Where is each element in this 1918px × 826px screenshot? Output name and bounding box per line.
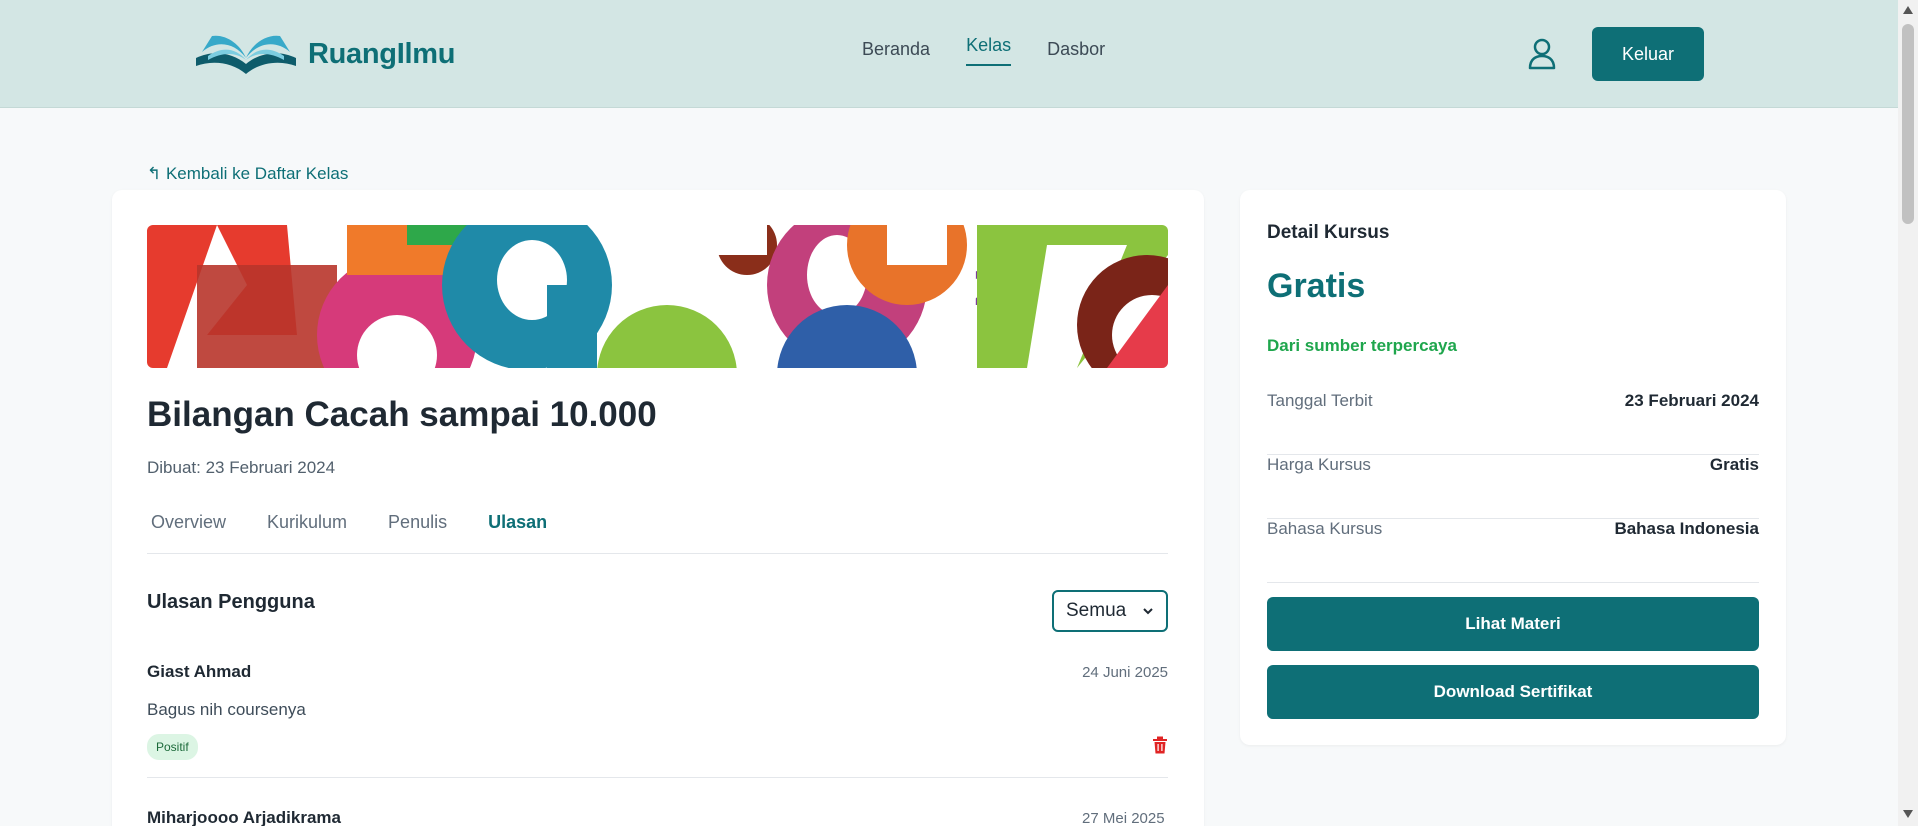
open-book-icon [196, 35, 296, 74]
nav-kelas[interactable]: Kelas [966, 34, 1012, 66]
course-detail-card: Detail Kursus Gratis Dari sumber terperc… [1240, 190, 1786, 745]
course-price: Gratis [1267, 267, 1366, 305]
download-certificate-button[interactable]: Download Sertifikat [1267, 665, 1759, 719]
review-filter-select[interactable]: Semua [1052, 590, 1168, 632]
user-profile-icon[interactable] [1528, 38, 1556, 70]
review-divider [147, 777, 1168, 778]
trash-icon[interactable] [1152, 736, 1168, 754]
sentiment-badge: Positif [147, 734, 198, 760]
logout-button[interactable]: Keluar [1592, 27, 1704, 81]
info-label: Bahasa Kursus [1267, 519, 1383, 538]
review-author: Giast Ahmad [147, 662, 252, 681]
nav-dasbor[interactable]: Dasbor [1047, 38, 1105, 66]
tab-penulis[interactable]: Penulis [384, 508, 451, 553]
tab-ulasan[interactable]: Ulasan [484, 508, 551, 553]
brand-name: RuangIlmu [308, 37, 456, 70]
info-value: Gratis [1709, 455, 1759, 474]
numbers-banner-graphic: 2 [147, 225, 1168, 368]
top-header: RuangIlmu Beranda Kelas Dasbor Keluar [0, 0, 1898, 108]
brand-logo[interactable]: RuangIlmu [192, 30, 455, 78]
reviews-heading: Ulasan Pengguna [147, 591, 315, 613]
info-label: Harga Kursus [1267, 455, 1371, 474]
review-date: 24 Juni 2025 [1082, 664, 1168, 681]
course-banner-image: 2 [147, 225, 1168, 368]
course-main-card: 2 Bilangan Cacah sampai 10.000 Dibuat: 2… [112, 190, 1204, 826]
tab-kurikulum[interactable]: Kurikulum [263, 508, 351, 553]
back-to-class-list-link[interactable]: ↰ Kembali ke Daftar Kelas [147, 164, 348, 184]
info-row-publish-date: Tanggal Terbit 23 Februari 2024 [1267, 391, 1759, 455]
chevron-down-icon [1143, 608, 1153, 615]
course-tabs: Overview Kurikulum Penulis Ulasan [147, 508, 1168, 554]
trusted-source-label: Dari sumber terpercaya [1267, 336, 1457, 355]
review-author: Miharjoooo Arjadikrama [147, 808, 341, 826]
info-value: Bahasa Indonesia [1614, 519, 1759, 538]
main-nav: Beranda Kelas Dasbor [862, 35, 1141, 66]
course-title: Bilangan Cacah sampai 10.000 [147, 395, 657, 434]
detail-heading: Detail Kursus [1267, 222, 1390, 243]
info-value: 23 Februari 2024 [1624, 391, 1759, 410]
page-scrollbar[interactable] [1898, 0, 1918, 826]
created-date: Dibuat: 23 Februari 2024 [147, 458, 336, 477]
info-row-price: Harga Kursus Gratis [1267, 455, 1759, 519]
review-filter-value: Semua [1066, 600, 1127, 621]
scroll-thumb[interactable] [1902, 24, 1914, 224]
nav-beranda[interactable]: Beranda [862, 38, 930, 66]
info-label: Tanggal Terbit [1267, 391, 1373, 410]
scroll-up-arrow-icon[interactable] [1903, 6, 1913, 14]
scroll-down-arrow-icon[interactable] [1903, 810, 1913, 818]
tab-overview[interactable]: Overview [147, 508, 230, 553]
review-text: Bagus nih coursenya [147, 700, 306, 719]
info-row-language: Bahasa Kursus Bahasa Indonesia [1267, 519, 1759, 583]
review-date: 27 Mei 2025 [1082, 810, 1165, 826]
view-material-button[interactable]: Lihat Materi [1267, 597, 1759, 651]
